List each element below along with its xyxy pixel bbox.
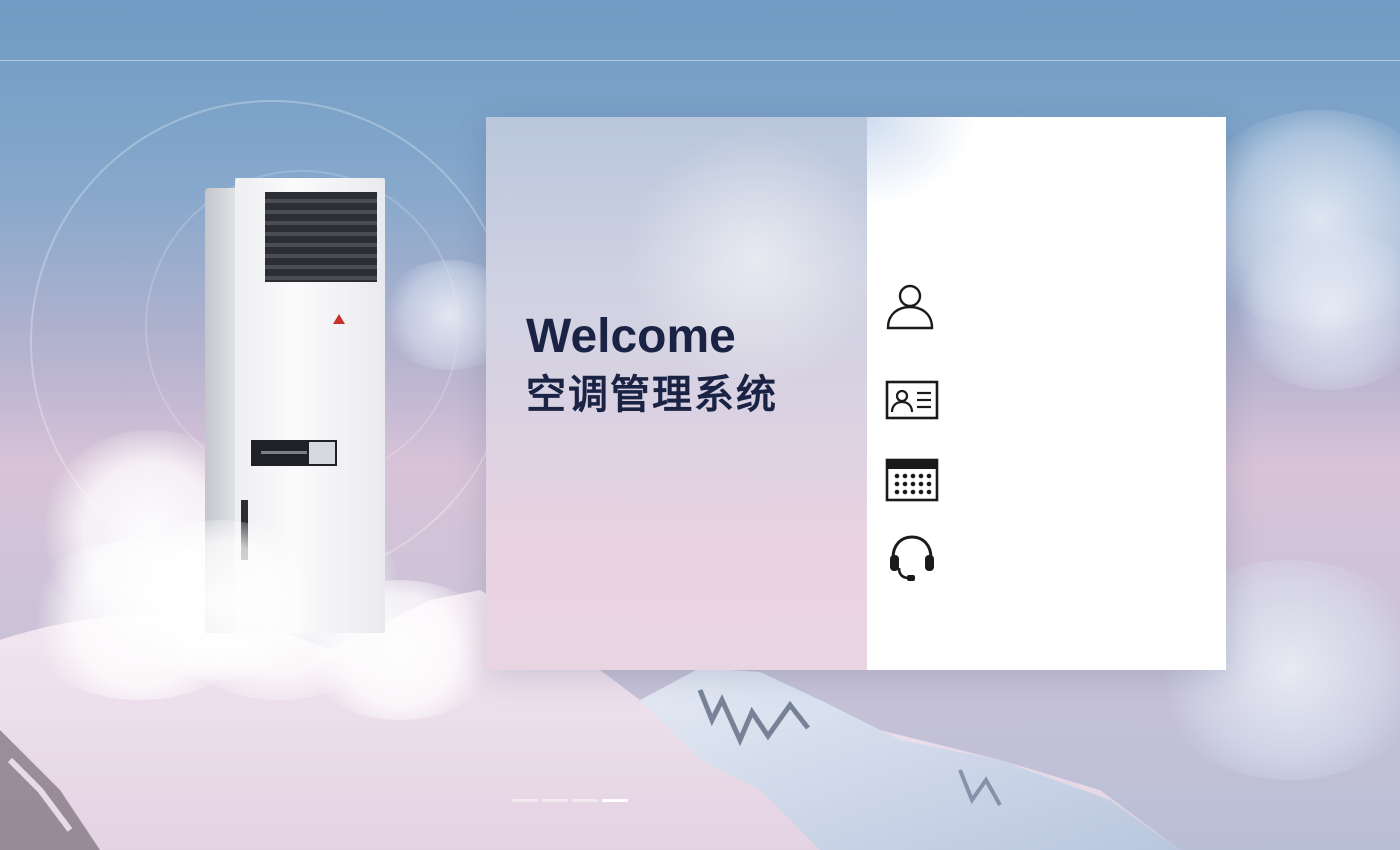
carousel-dot-active[interactable] <box>602 799 628 802</box>
user-icon <box>885 280 939 332</box>
calendar-icon <box>885 454 939 506</box>
login-panel: Welcome 空调管理系统 <box>486 117 1226 670</box>
id-input[interactable] <box>939 379 1185 421</box>
id-card-icon <box>885 374 939 426</box>
system-title: 空调管理系统 <box>526 372 778 418</box>
cloud <box>120 520 320 680</box>
carousel-dot[interactable] <box>572 799 598 802</box>
headset-icon <box>885 531 939 583</box>
username-row <box>885 280 1185 332</box>
carousel-indicator <box>512 799 628 802</box>
date-input[interactable] <box>939 459 1185 501</box>
id-row <box>885 374 1185 426</box>
welcome-pane: Welcome 空调管理系统 <box>486 117 906 670</box>
welcome-heading: Welcome <box>526 310 736 363</box>
support-input[interactable] <box>939 536 1185 578</box>
carousel-dot[interactable] <box>542 799 568 802</box>
carousel-dot[interactable] <box>512 799 538 802</box>
form-pane <box>867 117 1226 670</box>
support-row <box>885 531 1185 583</box>
username-input[interactable] <box>939 285 1185 327</box>
date-row <box>885 454 1185 506</box>
